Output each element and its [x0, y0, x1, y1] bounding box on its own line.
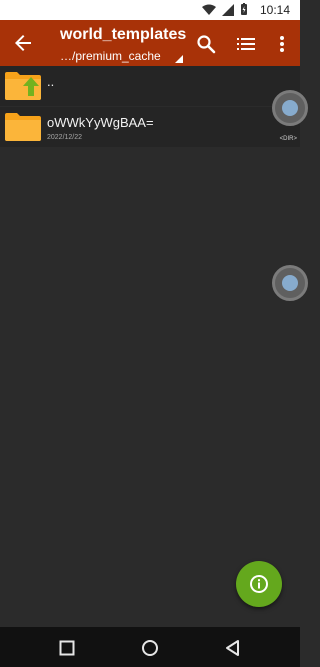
status-icons [202, 3, 248, 16]
battery-icon [241, 3, 247, 15]
path-dropdown[interactable]: …/premium_cache [60, 49, 161, 63]
file-date: 2022/12/22 [47, 134, 83, 141]
side-panel-handle[interactable] [272, 90, 308, 126]
recents-icon[interactable] [58, 639, 76, 657]
info-button[interactable] [236, 561, 282, 607]
info-icon [250, 575, 268, 593]
signal-icon [222, 3, 234, 16]
file-list: .. oWWkYyWgBAA= 2022/12/22 [0, 66, 300, 147]
folder-shortcut-icon [282, 100, 298, 116]
side-panel-handle-2[interactable] [272, 265, 308, 301]
home-icon[interactable] [141, 639, 159, 657]
folder-title: world_templates [60, 26, 187, 43]
back-nav-icon[interactable] [224, 639, 242, 657]
navigation-bar [0, 627, 300, 667]
more-vert-icon[interactable] [270, 32, 294, 56]
file-name: oWWkYyWgBAA= [47, 115, 154, 130]
list-view-icon[interactable] [234, 32, 258, 56]
list-item[interactable]: oWWkYyWgBAA= 2022/12/22 [0, 107, 300, 147]
wifi-icon [202, 4, 216, 15]
folder-shortcut-icon [282, 275, 298, 291]
app-bar: world_templates …/premium_cache [0, 20, 300, 66]
dropdown-triangle-icon[interactable] [175, 55, 183, 63]
status-time: 10:14 [259, 3, 290, 17]
back-icon[interactable] [10, 31, 36, 55]
file-name: .. [47, 74, 55, 89]
dir-label: <DIR> [279, 136, 297, 142]
list-item[interactable]: .. [0, 66, 300, 106]
folder-icon [5, 113, 41, 141]
search-icon[interactable] [194, 32, 218, 56]
status-bar: 10:14 [0, 0, 300, 20]
folder-up-icon [5, 72, 41, 100]
